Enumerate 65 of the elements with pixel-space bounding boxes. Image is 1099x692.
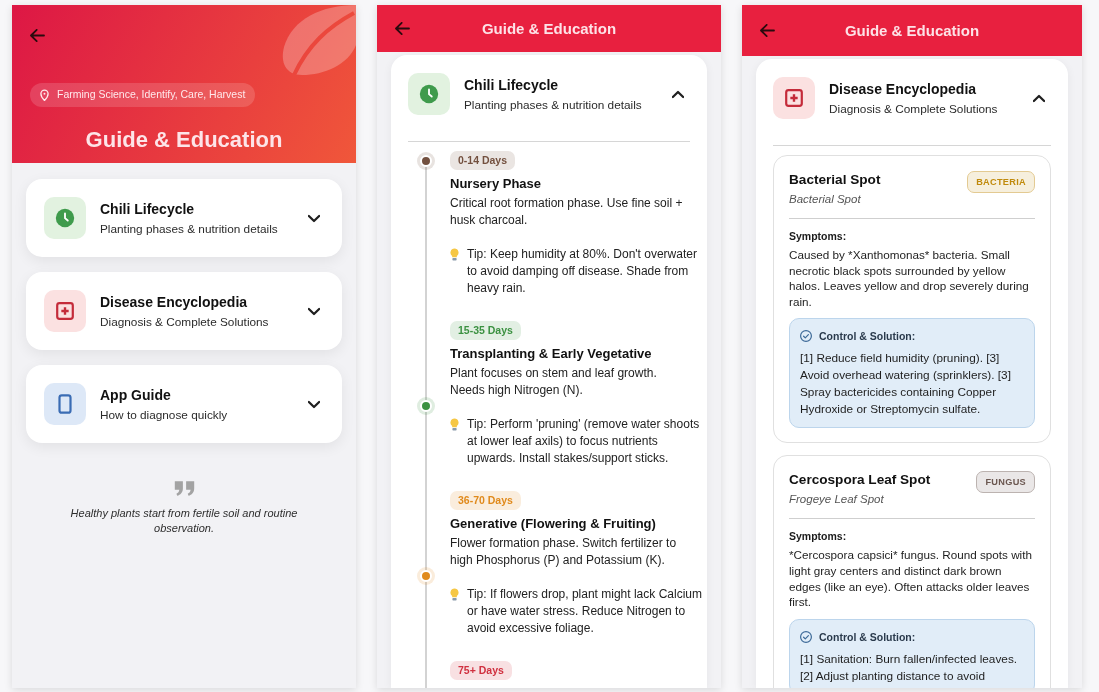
back-arrow-icon[interactable] bbox=[760, 24, 775, 37]
symptoms-label: Symptoms: bbox=[789, 229, 848, 243]
clock-icon bbox=[408, 73, 450, 115]
section-subtitle: Planting phases & nutrition details bbox=[100, 220, 278, 237]
symptoms-text: Caused by *Xanthomonas* bacteria. Small necrotic black spots surrounded by yellow halos. Leaves yellow and drop severely during rain. bbox=[789, 247, 1030, 310]
section-title: Chili Lifecycle bbox=[100, 199, 196, 219]
solution-label: Control & Solution: bbox=[819, 329, 916, 344]
section-subtitle: Planting phases & nutrition details bbox=[464, 96, 642, 113]
disease-name: Cercospora Leaf Spot bbox=[789, 471, 931, 490]
days-badge: 36-70 Days bbox=[450, 491, 521, 510]
phase-description: Critical root formation phase. Use fine soil + husk charcoal. bbox=[450, 195, 684, 229]
chevron-up-icon[interactable] bbox=[1033, 93, 1045, 103]
page-title: Guide & Education bbox=[843, 20, 981, 41]
section-subtitle: Diagnosis & Complete Solutions bbox=[100, 313, 269, 330]
section-card[interactable]: App Guide How to diagnose quickly bbox=[26, 365, 342, 443]
bulb-icon bbox=[450, 248, 459, 261]
back-arrow-icon[interactable] bbox=[30, 29, 45, 42]
pin-icon bbox=[40, 89, 49, 101]
clock-icon bbox=[44, 197, 86, 239]
section-title: App Guide bbox=[100, 385, 172, 405]
chevron-down-icon[interactable] bbox=[308, 306, 320, 316]
disease-name: Bacterial Spot bbox=[789, 171, 881, 189]
type-badge: FUNGUS bbox=[976, 471, 1035, 494]
section-title: Chili Lifecycle bbox=[464, 75, 560, 95]
quote-text: Healthy plants start from fertile soil and routine observation. bbox=[69, 506, 299, 536]
bulb-icon bbox=[450, 418, 459, 431]
phase-title: Transplanting & Early Vegetative bbox=[450, 345, 653, 362]
page-title: Guide & Education bbox=[480, 18, 618, 39]
section-card[interactable]: Chili Lifecycle Planting phases & nutrition details bbox=[26, 179, 342, 257]
phase-title: Generative (Flowering & Fruiting) bbox=[450, 515, 657, 532]
disease-common-name: Bacterial Spot bbox=[789, 192, 862, 207]
back-arrow-icon[interactable] bbox=[395, 22, 410, 35]
phase-description: Flower formation phase. Switch fertilizer to high Phosphorus (P) and Potassium (K). bbox=[450, 535, 678, 569]
plus-square-icon bbox=[44, 290, 86, 332]
phone-icon bbox=[44, 383, 86, 425]
solution-label: Control & Solution: bbox=[819, 629, 916, 644]
phase-description: Plant focuses on stem and leaf growth. Needs high Nitrogen (N). bbox=[450, 365, 658, 399]
tip-text: Tip: Perform 'pruning' (remove water shoots at lower leaf axils) to focus nutrients upwards. Install stakes/support sticks. bbox=[467, 416, 701, 467]
section-title: Disease Encyclopedia bbox=[100, 292, 249, 312]
check-circle-icon bbox=[800, 630, 812, 643]
tip-text: Tip: If flowers drop, plant might lack Calcium or have water stress. Reduce Nitrogen to avoid excessive foliage. bbox=[467, 586, 703, 637]
disease-common-name: Frogeye Leaf Spot bbox=[789, 492, 885, 508]
chevron-down-icon[interactable] bbox=[308, 399, 320, 409]
phase-title: Nursery Phase bbox=[450, 175, 543, 192]
section-title: Disease Encyclopedia bbox=[829, 79, 978, 99]
check-circle-icon bbox=[800, 330, 812, 343]
symptoms-text: *Cercospora capsici* fungus. Round spots with light gray centers and distinct dark brown edges (like an eye). Often attacks older leaves first. bbox=[789, 547, 1033, 610]
tags-label: Farming Science, Identify, Care, Harvest bbox=[57, 87, 246, 103]
solution-text: [1] Reduce field humidity (pruning). [3] Avoid overhead watering (sprinklers). [3] Spray bactericides containing Copper Hydroxide or Streptomycin sulfate. bbox=[800, 350, 1012, 419]
page-title: Guide & Education bbox=[85, 126, 283, 154]
type-badge: BACTERIA bbox=[967, 171, 1035, 193]
days-badge: 15-35 Days bbox=[450, 321, 521, 340]
symptoms-label: Symptoms: bbox=[789, 529, 848, 544]
section-card[interactable]: Disease Encyclopedia Diagnosis & Complete Solutions bbox=[26, 272, 342, 350]
section-subtitle: How to diagnose quickly bbox=[100, 406, 228, 423]
bulb-icon bbox=[450, 588, 459, 601]
plus-square-icon bbox=[773, 77, 815, 119]
solution-text: [1] Sanitation: Burn fallen/infected leaves. [2] Adjust planting distance to avoid bbox=[800, 650, 1019, 685]
chevron-down-icon[interactable] bbox=[308, 213, 320, 223]
quote-icon bbox=[173, 481, 195, 496]
tip-text: Tip: Keep humidity at 80%. Don't overwater to avoid damping off disease. Shade from heavy rain. bbox=[467, 246, 698, 297]
section-subtitle: Diagnosis & Complete Solutions bbox=[829, 100, 998, 117]
days-badge: 75+ Days bbox=[450, 661, 512, 680]
days-badge: 0-14 Days bbox=[450, 151, 516, 170]
chevron-up-icon[interactable] bbox=[672, 89, 684, 99]
